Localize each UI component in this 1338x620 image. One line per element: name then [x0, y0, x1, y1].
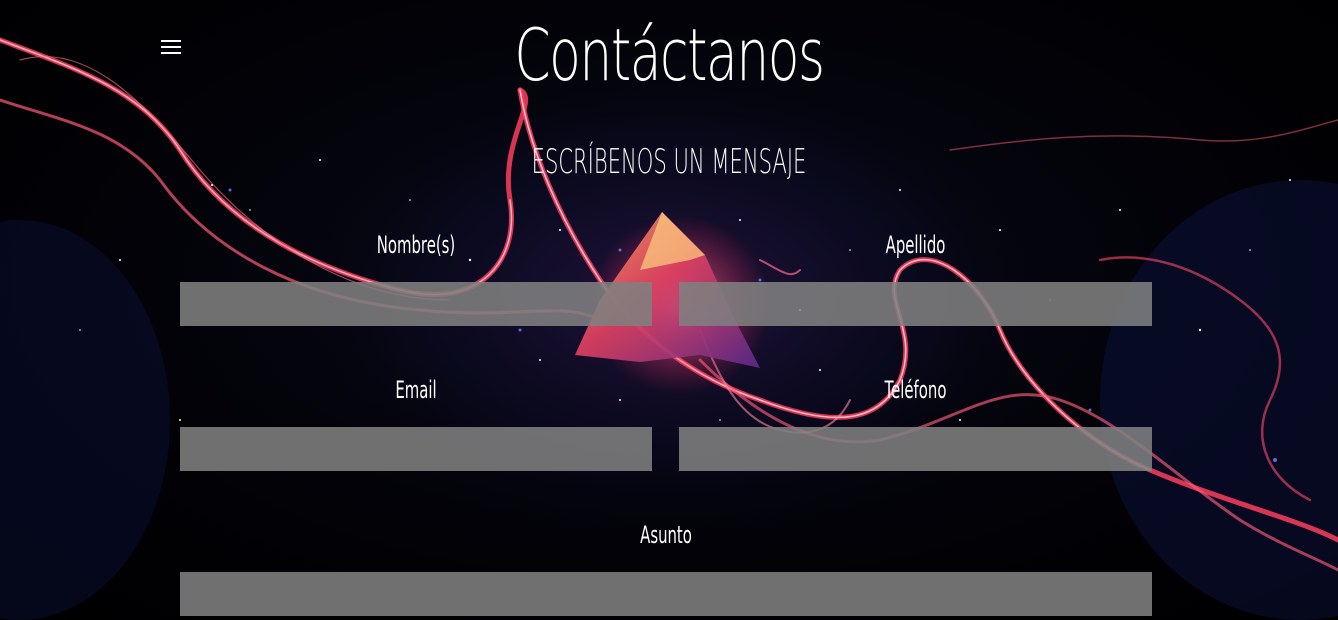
menu-bar [161, 52, 181, 54]
subject-field[interactable] [180, 572, 1152, 616]
first-name-field[interactable] [180, 282, 652, 326]
last-name-field[interactable] [679, 282, 1152, 326]
first-name-label: Nombre(s) [376, 231, 456, 259]
menu-bar [161, 46, 181, 48]
page-title: Contáctanos [514, 13, 825, 97]
phone-field[interactable] [679, 427, 1152, 471]
email-label: Email [395, 376, 437, 404]
form-heading: ESCRÍBENOS UN MENSAJE [531, 142, 807, 182]
last-name-label: Apellido [885, 231, 946, 259]
phone-label: Teléfono [884, 376, 947, 404]
menu-bar [161, 40, 181, 42]
subject-label: Asunto [640, 521, 692, 549]
contact-page: Contáctanos ESCRÍBENOS UN MENSAJE Nombre… [0, 0, 1338, 620]
email-field[interactable] [180, 427, 652, 471]
hamburger-menu-icon[interactable] [161, 40, 181, 54]
